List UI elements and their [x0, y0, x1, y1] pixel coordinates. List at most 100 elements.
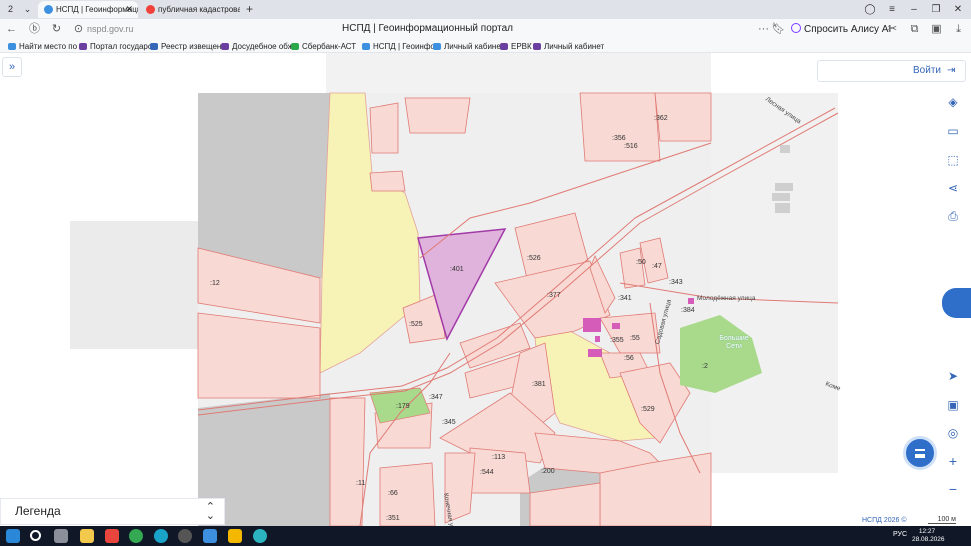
minimize-icon[interactable]: –: [903, 0, 925, 19]
parcel-label[interactable]: :525: [409, 321, 423, 329]
taskbar: РУС 12:27 28.08.2026: [0, 526, 971, 546]
explorer-icon[interactable]: [80, 529, 94, 543]
app-icon[interactable]: [228, 529, 242, 543]
yandex-browser-icon[interactable]: [178, 529, 192, 543]
parcel-label[interactable]: :356: [612, 135, 626, 143]
select-area-icon[interactable]: ⬚: [941, 148, 965, 172]
chrome-icon[interactable]: [129, 529, 143, 543]
parcel-label[interactable]: :56: [624, 355, 634, 363]
zoom-in-button[interactable]: +: [941, 449, 965, 473]
ruler-icon[interactable]: ▭: [941, 119, 965, 143]
language-indicator[interactable]: РУС: [893, 531, 907, 538]
parcel-label[interactable]: :113: [492, 454, 505, 462]
parcel-label[interactable]: :345: [442, 419, 456, 427]
app-icon[interactable]: [253, 529, 267, 543]
bookmark-icon[interactable]: 🔖︎: [770, 21, 787, 38]
yandex-app-icon[interactable]: [105, 529, 119, 543]
parcel-label[interactable]: :50: [636, 259, 646, 267]
login-label: Войти: [913, 65, 941, 76]
puzzle-icon[interactable]: ⧉: [906, 21, 923, 38]
extensions-icon[interactable]: ✂: [884, 21, 901, 38]
parcel-label[interactable]: :2: [702, 363, 708, 371]
chat-button[interactable]: [942, 288, 971, 318]
parcel-label[interactable]: :381: [532, 381, 546, 389]
parcel-label[interactable]: :55: [630, 335, 640, 343]
parcel-label[interactable]: :362: [654, 115, 668, 123]
search-icon[interactable]: [30, 530, 41, 541]
parcel-label[interactable]: :12: [210, 280, 220, 288]
assistant-menu-icon: [915, 449, 925, 458]
base-tile-top: [326, 53, 711, 93]
parcel-label[interactable]: :179: [396, 403, 410, 411]
parcel-label[interactable]: :347: [429, 394, 443, 402]
yandex-favicon-icon: [146, 5, 155, 14]
village-label: Большие Сети: [719, 335, 749, 350]
task-view-icon[interactable]: [54, 529, 68, 543]
bookmark-item[interactable]: Реестр извещен: [150, 40, 221, 53]
parcel-label[interactable]: :516: [624, 143, 638, 151]
collections-icon[interactable]: ▣: [928, 21, 945, 38]
assistant-button[interactable]: [903, 436, 937, 470]
expand-panel-button[interactable]: »: [2, 57, 22, 77]
parcel-label[interactable]: :343: [669, 279, 683, 287]
bookmark-item[interactable]: Личный кабинет: [533, 40, 604, 53]
bookmark-item[interactable]: Личный кабинет: [433, 40, 504, 53]
app-icon[interactable]: [203, 529, 217, 543]
base-tile-right: [710, 93, 838, 473]
profile-icon[interactable]: ◯: [859, 0, 881, 19]
parcel-label[interactable]: :526: [527, 255, 541, 263]
parcel-label[interactable]: :66: [388, 490, 398, 498]
minimap-icon[interactable]: ▣: [941, 393, 965, 417]
map-viewport[interactable]: :362 :356 :516 :401 :526 :12 :50 :47 :34…: [0, 53, 971, 526]
parcel-label[interactable]: :377: [547, 292, 561, 300]
nspd-favicon-icon: [44, 5, 53, 14]
street-label: Молодёжная улица: [697, 295, 756, 302]
clock[interactable]: 12:27 28.08.2026: [912, 528, 945, 544]
tab-cadastral-search[interactable]: публичная кадастровая: [140, 1, 240, 18]
print-icon[interactable]: ⎙: [941, 204, 965, 228]
browser-menu-icon[interactable]: ≡: [881, 0, 903, 19]
start-icon[interactable]: [6, 529, 20, 543]
bookmark-item[interactable]: Досудебное обж: [221, 40, 293, 53]
zoom-out-button[interactable]: −: [941, 477, 965, 501]
bookmark-item[interactable]: Портал государс: [79, 40, 152, 53]
bookmark-item[interactable]: Сбербанк-АСТ: [291, 40, 356, 53]
address-bar: ← ⓑ ↻ ⊙ nspd.gov.ru НСПД | Геоинформацио…: [0, 19, 971, 40]
parcel-label[interactable]: :355: [610, 337, 624, 345]
bookmark-item[interactable]: Найти место по: [8, 40, 77, 53]
login-icon: ⇥: [947, 65, 956, 76]
tab-nspd[interactable]: НСПД | Геоинформаци ✕: [38, 1, 138, 18]
bookmarks-bar: Найти место по Портал государс Реестр из…: [0, 40, 971, 53]
clock-time: 12:27: [918, 528, 936, 535]
parcel-label[interactable]: :341: [618, 295, 632, 303]
browser-tab-strip: 2 ⌄ НСПД | Геоинформаци ✕ публичная када…: [0, 0, 971, 19]
download-icon[interactable]: ⤓: [950, 21, 967, 38]
parcel-label[interactable]: :47: [652, 263, 662, 271]
share-icon[interactable]: ⋖: [941, 176, 965, 200]
ask-alice-button[interactable]: Спросить Алису AI: [791, 21, 891, 38]
parcel-label[interactable]: :529: [641, 406, 655, 414]
parcel-label[interactable]: :351: [386, 515, 400, 523]
tab-counter[interactable]: 2: [3, 2, 18, 17]
legend-panel[interactable]: Легенда ⌃ ⌄: [0, 498, 225, 525]
tab-close-icon[interactable]: ✕: [125, 1, 133, 18]
geo-search-icon[interactable]: ◎: [941, 421, 965, 445]
layers-icon[interactable]: ◈: [941, 90, 965, 114]
cadastral-map[interactable]: [0, 53, 971, 526]
parcel-label[interactable]: :11: [356, 480, 365, 488]
new-tab-button[interactable]: +: [242, 2, 257, 17]
parcel-label[interactable]: :544: [480, 469, 494, 477]
maximize-icon[interactable]: ❐: [925, 0, 947, 19]
legend-toggle-icon[interactable]: ⌃ ⌄: [206, 502, 215, 522]
window-close-icon[interactable]: ✕: [947, 0, 969, 19]
login-button[interactable]: Войти ⇥: [817, 60, 966, 82]
my-location-icon[interactable]: ➤: [941, 364, 965, 388]
bookmark-item[interactable]: ЕРВК: [500, 40, 532, 53]
edge-icon[interactable]: [154, 529, 168, 543]
alice-icon: [791, 23, 801, 33]
bookmark-item[interactable]: НСПД | Геоинфо: [362, 40, 435, 53]
parcel-label[interactable]: :384: [681, 307, 695, 315]
tab-list-chevron-icon[interactable]: ⌄: [20, 2, 35, 17]
parcel-label[interactable]: :401: [450, 266, 464, 274]
parcel-label[interactable]: :200: [541, 468, 555, 476]
